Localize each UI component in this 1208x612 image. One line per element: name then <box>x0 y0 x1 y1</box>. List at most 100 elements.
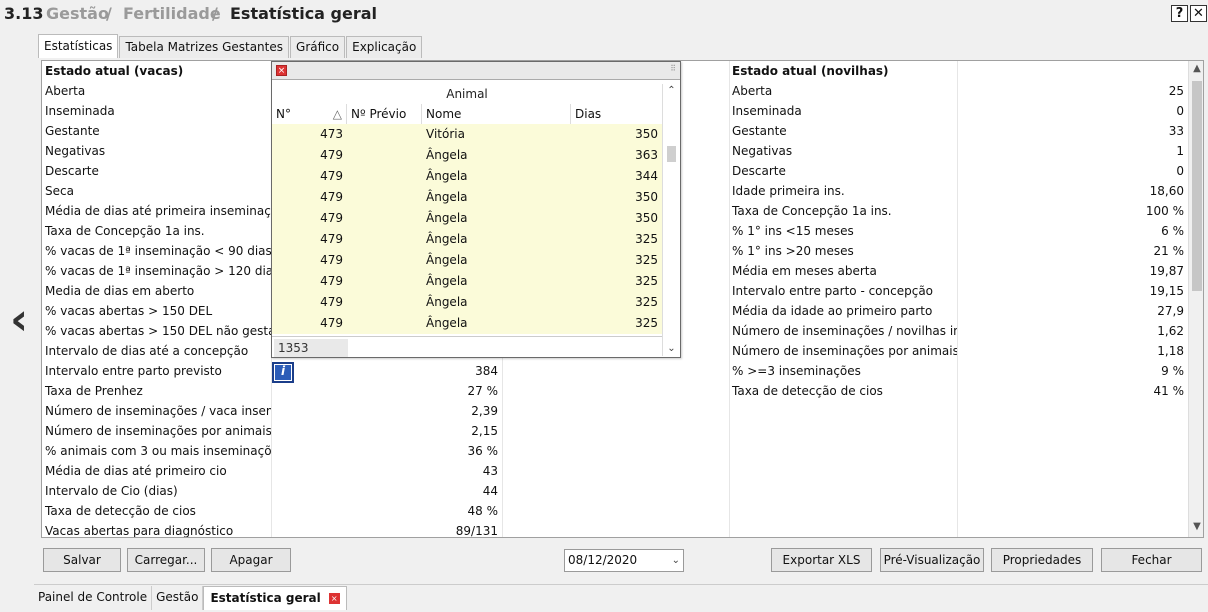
heifer-stats-values: 25 0 33 1 0 18,60 100 % 6 % 21 % 19,87 19,15 27,9 1,… <box>957 61 1188 401</box>
delete-button[interactable]: Apagar <box>211 548 291 572</box>
animal-days: 325 <box>635 274 658 288</box>
info-icon[interactable]: i <box>272 362 294 383</box>
section-header: Estado atual (novilhas) <box>732 64 889 78</box>
stat-value: 1 <box>1176 144 1184 158</box>
heifer-stats-labels: Estado atual (novilhas) Aberta Inseminada G… <box>729 61 957 401</box>
chevron-down-icon[interactable]: ⌄ <box>663 342 680 356</box>
chevron-left-icon[interactable]: ‹ <box>10 298 28 342</box>
animal-number: 479 <box>320 169 343 183</box>
scroll-down-icon[interactable]: ▼ <box>1189 519 1203 535</box>
stat-label: Gestante <box>45 124 100 138</box>
stat-value: 44 <box>482 484 498 498</box>
stat-value: 1,18 <box>1157 344 1184 358</box>
grid-scrollbar[interactable]: ▲ ▼ <box>1188 61 1203 537</box>
stat-label: % vacas abertas > 150 DEL <box>45 304 213 318</box>
date-select[interactable]: 08/12/2020 ⌄ <box>564 549 684 572</box>
animal-row[interactable]: 479 Ângela 325 <box>272 229 662 250</box>
properties-button[interactable]: Propriedades <box>991 548 1093 572</box>
stat-label: % vacas de 1ª inseminação > 120 dias <box>45 264 271 278</box>
stat-value: 2,39 <box>471 404 498 418</box>
stat-label: Inseminada <box>45 104 115 118</box>
column-header-n-previo[interactable]: Nº Prévio <box>347 104 422 124</box>
tab-bar: Estatísticas Tabela Matrizes Gestantes G… <box>38 34 423 58</box>
stat-label: Número de inseminações / vaca inseminad <box>45 404 271 418</box>
animal-row[interactable]: 479 Ângela 325 <box>272 250 662 271</box>
tab-estatisticas[interactable]: Estatísticas <box>38 34 119 58</box>
stat-label: % 1° ins >20 meses <box>732 244 854 258</box>
animal-days: 325 <box>635 316 658 330</box>
stat-value: 19,87 <box>1149 264 1184 278</box>
stat-value: 6 % <box>1161 224 1184 238</box>
animal-previous-number <box>347 313 422 334</box>
column-header-n[interactable]: N° △ <box>272 104 347 124</box>
breadcrumb-gestao[interactable]: Gestão <box>46 4 109 23</box>
stat-label: Gestante <box>732 124 787 138</box>
column-header-nome[interactable]: Nome <box>422 104 571 124</box>
stat-value: 36 % <box>467 444 499 458</box>
animal-row[interactable]: 479 Ângela 325 <box>272 292 662 313</box>
breadcrumb-separator: / <box>106 4 112 23</box>
stat-label: Seca <box>45 184 74 198</box>
close-tab-icon[interactable]: × <box>328 593 340 604</box>
stat-value: 0 <box>1176 164 1184 178</box>
resize-grip-icon[interactable]: ⠿ <box>670 64 676 73</box>
scroll-up-icon[interactable]: ▲ <box>1189 61 1203 77</box>
animal-row[interactable]: 479 Ângela 344 <box>272 166 662 187</box>
animal-row[interactable]: 479 Ângela 363 <box>272 145 662 166</box>
stat-label: Número de inseminações por animais gest <box>45 424 271 438</box>
close-window-button[interactable]: ✕ <box>1190 5 1207 22</box>
stat-label: Número de inseminações por animais gest <box>732 344 957 358</box>
scrollbar-thumb[interactable] <box>1192 81 1202 291</box>
chevron-up-icon[interactable]: ⌃ <box>663 84 680 98</box>
animal-number: 479 <box>320 148 343 162</box>
animal-name: Ângela <box>426 148 468 162</box>
animal-previous-number <box>347 145 422 166</box>
screen-number: 3.13 <box>4 4 44 23</box>
help-button[interactable]: ? <box>1171 5 1188 22</box>
animal-number: 479 <box>320 190 343 204</box>
save-button[interactable]: Salvar <box>43 548 121 572</box>
tab-tabela-matrizes[interactable]: Tabela Matrizes Gestantes <box>119 36 290 58</box>
animal-days: 325 <box>635 295 658 309</box>
preview-button[interactable]: Pré-Visualização <box>880 548 984 572</box>
animal-previous-number <box>347 208 422 229</box>
animal-name: Ângela <box>426 211 468 225</box>
animal-row[interactable]: 479 Ângela 325 <box>272 313 662 334</box>
animal-previous-number <box>347 271 422 292</box>
animal-row[interactable]: 479 Ângela 350 <box>272 187 662 208</box>
stat-label: Média de dias até primeiro cio <box>45 464 227 478</box>
animal-number: 473 <box>320 127 343 141</box>
popup-scrollbar[interactable]: ⌃ ⌄ <box>662 84 679 356</box>
stat-label: % animais com 3 ou mais inseminações <box>45 444 271 458</box>
animal-row[interactable]: 479 Ângela 325 <box>272 271 662 292</box>
stat-label: Idade primeira ins. <box>732 184 845 198</box>
chevron-down-icon[interactable]: ⌄ <box>672 550 680 571</box>
stat-label: Media de dias em aberto <box>45 284 195 298</box>
sort-asc-icon[interactable]: △ <box>333 104 342 124</box>
tab-grafico[interactable]: Gráfico <box>290 36 346 58</box>
animal-number: 479 <box>320 253 343 267</box>
stat-value: 18,60 <box>1149 184 1184 198</box>
bottom-tab-estatistica[interactable]: Estatística geral × <box>203 586 347 610</box>
scrollbar-thumb[interactable] <box>667 146 676 162</box>
export-xls-button[interactable]: Exportar XLS <box>771 548 872 572</box>
column-header-dias[interactable]: Dias <box>571 104 662 124</box>
tab-explicacao[interactable]: Explicação <box>346 36 423 58</box>
animal-number: 479 <box>320 274 343 288</box>
stat-label: Negativas <box>732 144 793 158</box>
animal-days: 344 <box>635 169 658 183</box>
close-icon[interactable]: × <box>276 65 287 76</box>
animal-days: 363 <box>635 148 658 162</box>
breadcrumb-fertilidade[interactable]: Fertilidade <box>123 4 221 23</box>
animal-previous-number <box>347 229 422 250</box>
animal-days: 325 <box>635 232 658 246</box>
bottom-tab-painel[interactable]: Painel de Controle <box>34 586 153 610</box>
animal-row[interactable]: 479 Ângela 350 <box>272 208 662 229</box>
load-button[interactable]: Carregar... <box>127 548 205 572</box>
stat-value: 0 <box>1176 104 1184 118</box>
animal-days: 350 <box>635 127 658 141</box>
close-button[interactable]: Fechar <box>1101 548 1202 572</box>
animal-days: 350 <box>635 211 658 225</box>
animal-row[interactable]: 473 Vitória 350 <box>272 124 662 145</box>
bottom-tab-gestao[interactable]: Gestão <box>152 586 204 610</box>
